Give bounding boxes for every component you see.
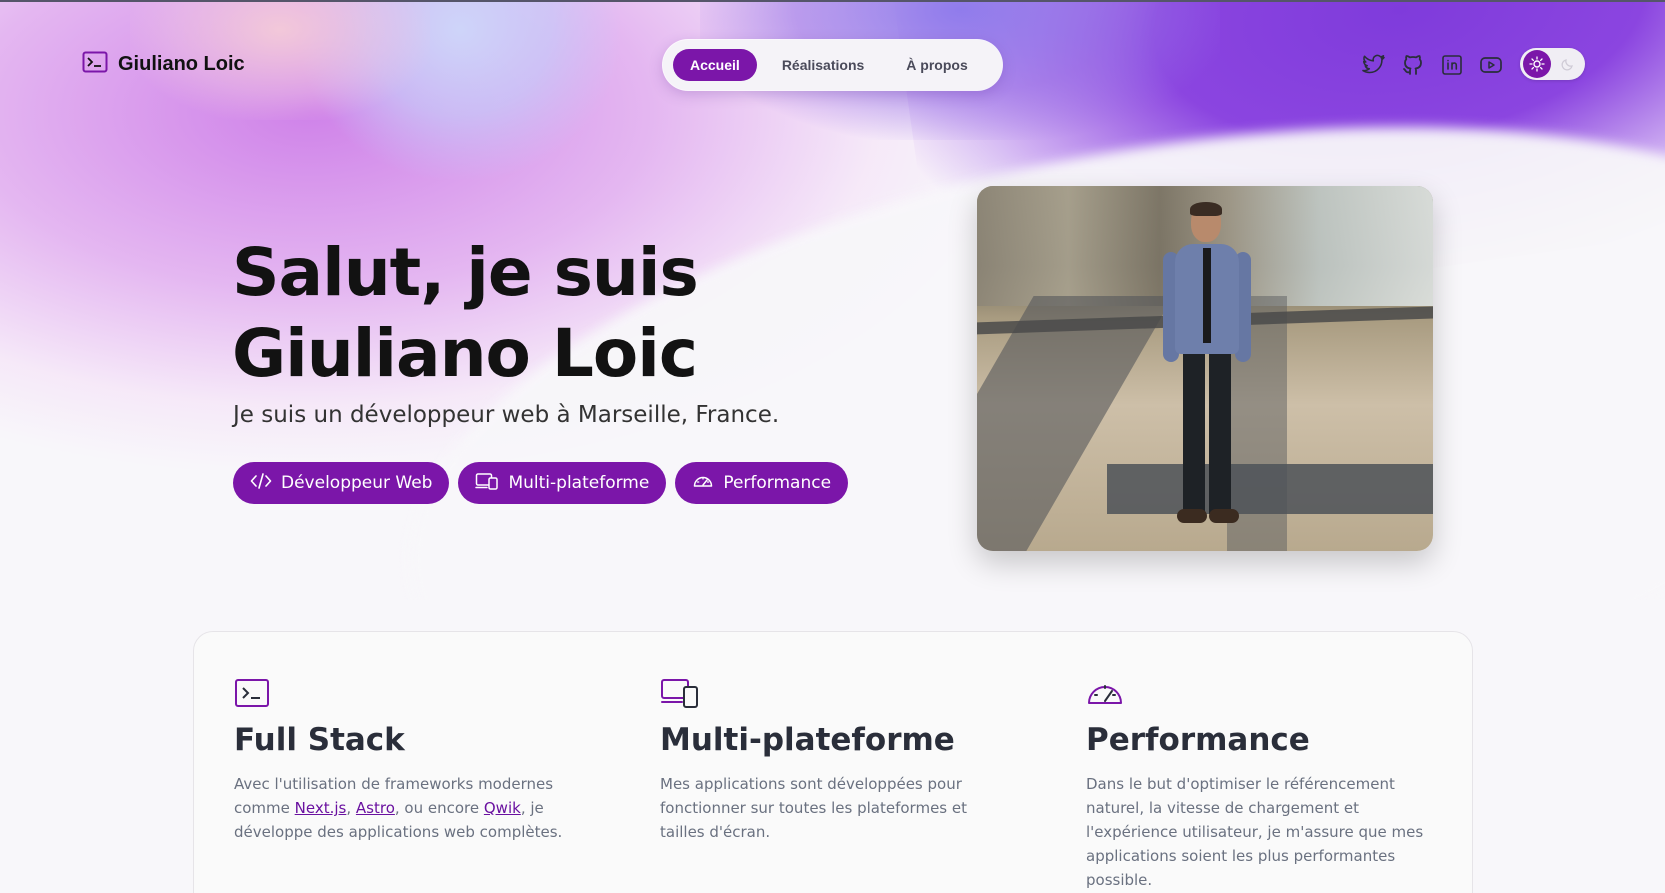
youtube-icon[interactable] xyxy=(1479,53,1503,77)
feature-text-part: , ou encore xyxy=(394,799,484,817)
feature-title: Full Stack xyxy=(234,722,405,758)
hero-subtitle: Je suis un développeur web à Marseille, … xyxy=(233,402,780,428)
feature-performance: Performance Dans le but d'optimiser le r… xyxy=(1086,676,1426,892)
badge-label: Multi-plateforme xyxy=(508,473,650,493)
site-header: Giuliano Loic Accueil Réalisations À pro… xyxy=(0,0,1665,130)
feature-title: Performance xyxy=(1086,722,1310,758)
badge-multi-platform[interactable]: Multi-plateforme xyxy=(458,462,667,504)
feature-text: Dans le but d'optimiser le référencement… xyxy=(1086,775,1424,889)
terminal-logo-icon xyxy=(82,50,108,78)
badge-label: Développeur Web xyxy=(281,473,433,493)
feature-text-part: , xyxy=(346,799,356,817)
theme-toggle[interactable] xyxy=(1520,48,1585,80)
hero-title-line-2: Giuliano Loic xyxy=(232,315,698,392)
feature-full-stack: Full Stack Avec l'utilisation de framewo… xyxy=(234,676,574,844)
feature-text: Avec l'utilisation de frameworks moderne… xyxy=(234,772,574,844)
hero-title-line-1: Salut, je suis xyxy=(232,234,699,311)
hero-title: Salut, je suis Giuliano Loic xyxy=(232,232,699,394)
badge-label: Performance xyxy=(723,473,832,493)
sun-icon xyxy=(1523,50,1551,78)
github-icon[interactable] xyxy=(1401,53,1425,77)
hero-avatar-image xyxy=(977,186,1433,551)
features-card: Full Stack Avec l'utilisation de framewo… xyxy=(193,631,1473,893)
linkedin-icon[interactable] xyxy=(1440,53,1464,77)
badge-performance[interactable]: Performance xyxy=(675,462,849,504)
feature-text: Mes applications sont développées pour f… xyxy=(660,775,967,841)
gauge-icon xyxy=(1086,676,1126,716)
gauge-icon xyxy=(692,472,714,495)
devices-icon xyxy=(475,472,499,495)
logo-link[interactable]: Giuliano Loic xyxy=(82,50,245,78)
nav-item-accueil[interactable]: Accueil xyxy=(673,49,757,81)
devices-icon xyxy=(660,676,700,716)
link-nextjs[interactable]: Next.js xyxy=(295,799,347,817)
link-qwik[interactable]: Qwik xyxy=(484,799,521,817)
nav-item-a-propos[interactable]: À propos xyxy=(889,49,984,81)
social-links xyxy=(1362,53,1503,77)
terminal-icon xyxy=(234,676,274,716)
logo-text: Giuliano Loic xyxy=(118,52,245,75)
badge-web-developer[interactable]: Développeur Web xyxy=(233,462,450,504)
nav-item-realisations[interactable]: Réalisations xyxy=(765,49,881,81)
moon-icon xyxy=(1556,52,1580,76)
feature-title: Multi-plateforme xyxy=(660,722,955,758)
skill-badges: Développeur Web Multi-plateforme Perform… xyxy=(233,462,849,504)
twitter-icon[interactable] xyxy=(1362,53,1386,77)
link-astro[interactable]: Astro xyxy=(356,799,395,817)
code-icon xyxy=(250,472,272,495)
avatar-figure xyxy=(1157,202,1257,534)
main-nav: Accueil Réalisations À propos xyxy=(663,40,1002,90)
feature-multi-platform: Multi-plateforme Mes applications sont d… xyxy=(660,676,1000,844)
